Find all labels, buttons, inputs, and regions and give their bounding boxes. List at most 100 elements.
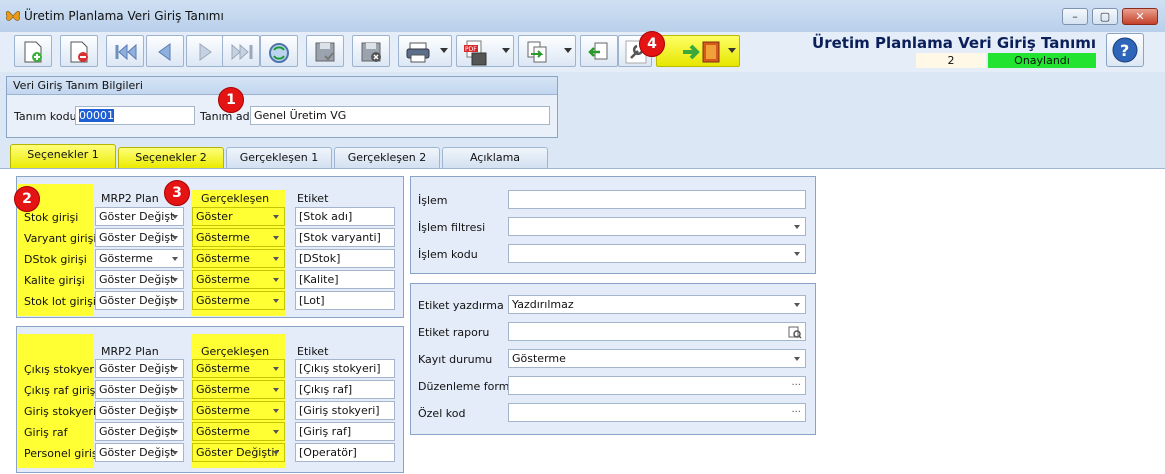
mrp2-select[interactable]: Göster Değişt — [95, 359, 184, 378]
row-name-label: Çıkış raf giriş — [24, 384, 96, 397]
mrp2-column-header: MRP2 Plan — [101, 345, 159, 358]
mrp2-select[interactable]: Göster Değişt — [95, 443, 184, 462]
definition-name-input[interactable]: Genel Üretim VG — [250, 106, 550, 125]
actual-select[interactable]: Gösterme — [192, 380, 285, 399]
actual-select[interactable]: Gösterme — [192, 422, 285, 441]
tab-actual-1[interactable]: Gerçekleşen 1 — [226, 147, 332, 168]
tab-options-2[interactable]: Seçenekler 2 — [118, 147, 224, 168]
label-report-input[interactable] — [508, 322, 806, 341]
window-title: Üretim Planlama Veri Giriş Tanımı — [24, 9, 224, 23]
label-print-select[interactable]: Yazdırılmaz — [508, 295, 806, 314]
label-input[interactable]: [Operatör] — [295, 443, 395, 462]
ellipsis-icon: ··· — [791, 407, 801, 418]
label-input[interactable]: [DStok] — [295, 249, 395, 268]
label-input[interactable]: [Çıkış raf] — [295, 380, 395, 399]
actual-select[interactable]: Gösterme — [192, 401, 285, 420]
print-button[interactable] — [398, 35, 452, 67]
refresh-icon — [269, 43, 289, 63]
chevron-down-icon — [172, 299, 178, 303]
chevron-down-icon — [273, 451, 279, 455]
label-input[interactable]: [Kalite] — [295, 270, 395, 289]
refresh-button[interactable] — [260, 35, 298, 67]
definition-code-input[interactable]: 00001 — [75, 106, 195, 125]
mrp2-select[interactable]: Göster Değişt — [95, 270, 184, 289]
chevron-down-icon — [273, 236, 279, 240]
record-status-select[interactable]: Gösterme — [508, 349, 806, 368]
process-input[interactable] — [508, 190, 806, 209]
butterfly-icon — [5, 11, 21, 21]
label-input[interactable]: [Stok adı] — [295, 207, 395, 226]
page-title: Üretim Planlama Veri Giriş Tanımı — [812, 34, 1096, 52]
chevron-down-icon — [273, 215, 279, 219]
maximize-button[interactable]: ▢ — [1092, 8, 1118, 25]
mrp2-select[interactable]: Göster Değişt — [95, 380, 184, 399]
chevron-down-icon — [564, 48, 572, 53]
actual-select[interactable]: Göster — [192, 207, 285, 226]
delete-record-button[interactable] — [60, 35, 98, 67]
save-button[interactable] — [306, 35, 344, 67]
actual-column-header: Gerçekleşen — [201, 192, 270, 205]
printer-icon — [406, 42, 430, 63]
callout-4: 4 — [639, 31, 665, 57]
row-name-label: Giriş stokyeri — [24, 405, 96, 418]
mrp2-select[interactable]: Göster Değişt — [95, 401, 184, 420]
chevron-down-icon — [172, 388, 178, 392]
process-filter-select[interactable] — [508, 217, 806, 236]
import-button[interactable] — [580, 35, 618, 67]
edit-form-input[interactable]: ··· — [508, 376, 806, 395]
actual-select[interactable]: Gösterme — [192, 359, 285, 378]
label-input[interactable]: [Lot] — [295, 291, 395, 310]
chevron-down-icon — [273, 367, 279, 371]
help-button[interactable]: ? — [1106, 33, 1144, 67]
actual-select[interactable]: Gösterme — [192, 270, 285, 289]
tab-actual-2[interactable]: Gerçekleşen 2 — [334, 147, 440, 168]
label-column-header: Etiket — [297, 192, 329, 205]
previous-record-button[interactable] — [146, 35, 184, 67]
label-input[interactable]: [Çıkış stokyeri] — [295, 359, 395, 378]
import-arrow-icon — [588, 42, 608, 60]
copy-button[interactable] — [518, 35, 576, 67]
chevron-down-icon — [794, 252, 800, 256]
mrp2-select[interactable]: Göster Değişt — [95, 422, 184, 441]
mrp2-select[interactable]: Gösterme — [95, 249, 184, 268]
chevron-down-icon — [273, 430, 279, 434]
status-number: 2 — [916, 53, 986, 68]
minimize-button[interactable]: – — [1062, 8, 1088, 25]
process-code-select[interactable] — [508, 244, 806, 263]
first-record-button[interactable] — [106, 35, 144, 67]
chevron-down-icon — [172, 430, 178, 434]
label-input[interactable]: [Giriş stokyeri] — [295, 401, 395, 420]
export-pdf-button[interactable]: PDF — [456, 35, 514, 67]
callout-1: 1 — [218, 87, 244, 113]
tab-options-1[interactable]: Seçenekler 1 — [10, 144, 116, 169]
row-name-label: Stok lot girişi — [24, 295, 96, 308]
actual-select[interactable]: Göster Değiştir — [192, 443, 285, 462]
actual-select[interactable]: Gösterme — [192, 291, 285, 310]
cancel-save-button[interactable] — [352, 35, 390, 67]
exit-button[interactable] — [656, 35, 740, 67]
actual-select[interactable]: Gösterme — [192, 249, 285, 268]
process-filter-label: İşlem filtresi — [418, 221, 486, 234]
report-lookup-icon — [788, 326, 802, 339]
new-record-button[interactable] — [14, 35, 52, 67]
row-name-label: Personel girişi — [24, 447, 101, 460]
mrp2-select[interactable]: Göster Değişt — [95, 228, 184, 247]
record-status-label: Kayıt durumu — [418, 353, 493, 366]
special-code-input[interactable]: ··· — [508, 403, 806, 422]
close-button[interactable]: ✕ — [1122, 8, 1158, 25]
row-name-label: DStok girişi — [24, 253, 87, 266]
chevron-down-icon — [172, 215, 178, 219]
mrp2-select[interactable]: Göster Değişt — [95, 291, 184, 310]
row-name-label: Varyant girişi — [24, 232, 97, 245]
tab-description[interactable]: Açıklama — [442, 147, 548, 168]
process-label: İşlem — [418, 194, 448, 207]
next-record-button[interactable] — [186, 35, 224, 67]
exit-door-icon — [683, 41, 720, 63]
mrp2-select[interactable]: Göster Değişt — [95, 207, 184, 226]
actual-select[interactable]: Gösterme — [192, 228, 285, 247]
label-input[interactable]: [Stok varyanti] — [295, 228, 395, 247]
ellipsis-icon: ··· — [791, 380, 801, 391]
callout-3: 3 — [164, 180, 190, 206]
last-record-button[interactable] — [222, 35, 260, 67]
label-input[interactable]: [Giriş raf] — [295, 422, 395, 441]
